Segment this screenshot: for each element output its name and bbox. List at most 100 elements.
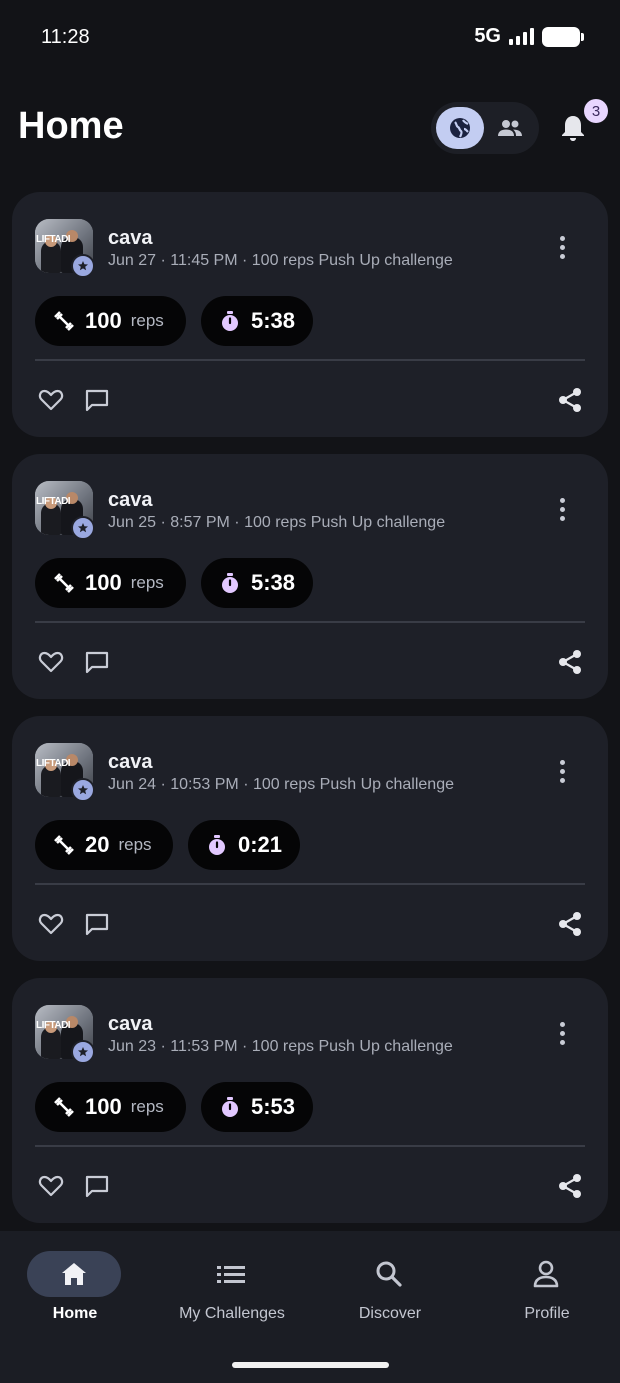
- nav-my-challenges[interactable]: My Challenges: [157, 1251, 307, 1331]
- reps-value: 20: [85, 832, 110, 857]
- home-indicator: [232, 1362, 389, 1368]
- avatar-logo-text: LIFTADI: [36, 758, 71, 769]
- like-button[interactable]: [36, 647, 66, 677]
- more-options-button[interactable]: [548, 1016, 576, 1050]
- post-username[interactable]: cava: [108, 227, 153, 250]
- reps-value: 100: [85, 1094, 122, 1119]
- reps-unit: reps: [130, 1097, 164, 1116]
- like-button[interactable]: [36, 385, 66, 415]
- friends-feed-button[interactable]: [486, 107, 534, 149]
- post-username[interactable]: cava: [108, 751, 153, 774]
- more-options-button[interactable]: [548, 492, 576, 526]
- people-icon: [498, 120, 522, 136]
- verified-badge-icon: [71, 1040, 95, 1064]
- timer-icon: [209, 835, 225, 855]
- post-meta: Jun 24 · 10:53 PM · 100 reps Push Up cha…: [108, 776, 454, 793]
- nav-my-challenges-label: My Challenges: [179, 1305, 285, 1322]
- time-chip: 0:21: [188, 820, 300, 870]
- reps-chip: 100 reps: [35, 296, 186, 346]
- nav-home[interactable]: Home: [0, 1251, 150, 1331]
- heart-icon: [38, 913, 64, 935]
- more-options-button[interactable]: [548, 754, 576, 788]
- reps-unit: reps: [118, 835, 152, 854]
- comment-button[interactable]: [82, 1171, 112, 1201]
- status-time: 11:28: [41, 26, 90, 48]
- more-options-button[interactable]: [548, 230, 576, 264]
- divider: [35, 883, 585, 885]
- notification-badge: 3: [584, 99, 608, 123]
- divider: [35, 621, 585, 623]
- share-button[interactable]: [555, 1171, 585, 1201]
- comment-button[interactable]: [82, 647, 112, 677]
- like-button[interactable]: [36, 1171, 66, 1201]
- comment-button[interactable]: [82, 909, 112, 939]
- post-username[interactable]: cava: [108, 489, 153, 512]
- list-icon: [217, 1266, 245, 1283]
- post-username[interactable]: cava: [108, 1013, 153, 1036]
- share-icon: [559, 388, 581, 412]
- dumbbell-icon: [54, 573, 74, 593]
- share-button[interactable]: [555, 647, 585, 677]
- reps-chip: 100 reps: [35, 1082, 186, 1132]
- time-chip: 5:53: [201, 1082, 313, 1132]
- share-button[interactable]: [555, 385, 585, 415]
- comment-icon: [85, 651, 109, 674]
- avatar-logo-text: LIFTADI: [36, 234, 71, 245]
- timer-icon: [222, 311, 238, 331]
- reps-value: 100: [85, 308, 122, 333]
- post-card[interactable]: LIFTADI cava Jun 24 · 10:53 PM · 100 rep…: [12, 716, 608, 961]
- nav-discover-label: Discover: [358, 1305, 422, 1322]
- share-icon: [559, 912, 581, 936]
- person-icon: [533, 1260, 559, 1288]
- heart-icon: [38, 389, 64, 411]
- status-bar: 11:28 5G: [0, 0, 620, 76]
- post-card[interactable]: LIFTADI cava Jun 25 · 8:57 PM · 100 reps…: [12, 454, 608, 699]
- time-value: 5:38: [251, 570, 296, 595]
- share-button[interactable]: [555, 909, 585, 939]
- dumbbell-icon: [54, 311, 74, 331]
- globe-feed-button[interactable]: [436, 107, 484, 149]
- time-value: 0:21: [238, 832, 283, 857]
- verified-badge-icon: [71, 254, 95, 278]
- divider: [35, 1145, 585, 1147]
- page-title: Home: [18, 105, 124, 147]
- post-meta: Jun 27 · 11:45 PM · 100 reps Push Up cha…: [108, 252, 453, 269]
- share-icon: [559, 1174, 581, 1198]
- signal-icon: [509, 28, 534, 45]
- reps-unit: reps: [130, 311, 164, 330]
- time-chip: 5:38: [201, 558, 313, 608]
- home-icon: [62, 1263, 86, 1285]
- comment-icon: [85, 1175, 109, 1198]
- battery-icon: [542, 26, 584, 47]
- post-card[interactable]: LIFTADI cava Jun 27 · 11:45 PM · 100 rep…: [12, 192, 608, 437]
- timer-icon: [222, 573, 238, 593]
- timer-icon: [222, 1097, 238, 1117]
- globe-icon: [450, 118, 470, 138]
- time-chip: 5:38: [201, 296, 313, 346]
- nav-discover[interactable]: Discover: [315, 1251, 465, 1331]
- post-meta: Jun 23 · 11:53 PM · 100 reps Push Up cha…: [108, 1038, 453, 1055]
- bottom-nav: Home My Challenges Discover Profile: [0, 1231, 620, 1383]
- post-card[interactable]: LIFTADI cava Jun 23 · 11:53 PM · 100 rep…: [12, 978, 608, 1223]
- network-type: 5G: [474, 25, 501, 47]
- avatar-logo-text: LIFTADI: [36, 496, 71, 507]
- time-value: 5:38: [251, 308, 296, 333]
- verified-badge-icon: [71, 778, 95, 802]
- nav-profile[interactable]: Profile: [472, 1251, 620, 1331]
- comment-icon: [85, 913, 109, 936]
- feed-toggle[interactable]: [431, 102, 539, 154]
- reps-value: 100: [85, 570, 122, 595]
- comment-button[interactable]: [82, 385, 112, 415]
- activity-feed: LIFTADI cava Jun 27 · 11:45 PM · 100 rep…: [12, 192, 608, 1240]
- heart-icon: [38, 651, 64, 673]
- nav-profile-label: Profile: [524, 1305, 570, 1322]
- reps-chip: 20 reps: [35, 820, 173, 870]
- divider: [35, 359, 585, 361]
- avatar-logo-text: LIFTADI: [36, 1020, 71, 1031]
- post-meta: Jun 25 · 8:57 PM · 100 reps Push Up chal…: [108, 514, 446, 531]
- comment-icon: [85, 389, 109, 412]
- dumbbell-icon: [54, 1097, 74, 1117]
- like-button[interactable]: [36, 909, 66, 939]
- verified-badge-icon: [71, 516, 95, 540]
- nav-home-label: Home: [52, 1305, 98, 1322]
